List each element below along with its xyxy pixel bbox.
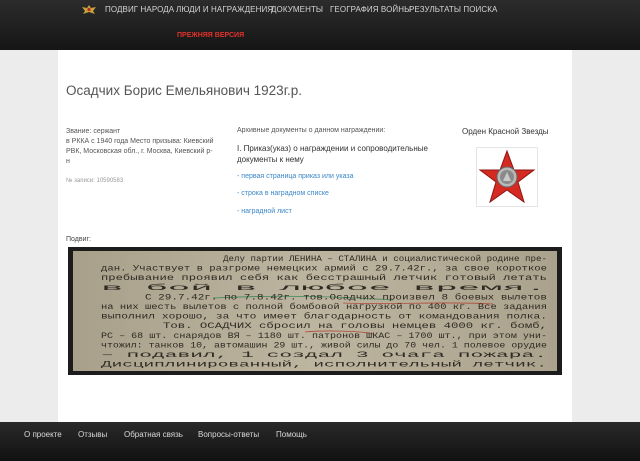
footer-link-feedback[interactable]: Обратная связь <box>124 430 183 439</box>
red-star-order-icon <box>478 149 536 204</box>
service-line: в РККА с 1940 года Место призыва: Киевск… <box>66 138 214 165</box>
nav-item-people-and-awards[interactable]: ЛЮДИ И НАГРАЖДЕНИЯ <box>176 5 273 14</box>
scan-text-line: дан. Участвует в разгроме немецких армий… <box>101 265 547 274</box>
content-card: Осадчих Борис Емельянович 1923г.р. Звани… <box>58 50 572 422</box>
footer-link-about[interactable]: О проекте <box>24 430 62 439</box>
footer-link-help[interactable]: Помощь <box>276 430 307 439</box>
scanned-document-image: Делу партии ЛЕНИНА – СТАЛИНА и социалист… <box>73 251 557 371</box>
eagle-emblem-icon[interactable] <box>81 4 97 16</box>
link-award-list-row[interactable]: - строка в наградном списке <box>237 190 329 197</box>
scan-text-line: в бой в любое время. <box>101 284 547 293</box>
scan-text-line: на них шесть вылетов с полной бомбовой н… <box>101 303 547 312</box>
scan-text-line: Делу партии ЛЕНИНА – СТАЛИНА и социалист… <box>223 255 547 264</box>
scan-text-line: Дисциплинированный, исполнительный летчи… <box>101 361 547 370</box>
footer-link-reviews[interactable]: Отзывы <box>78 430 107 439</box>
scan-text-line: пребывание проявил себя как бесстрашный … <box>101 274 547 283</box>
nav-item-feat-of-people[interactable]: ПОДВИГ НАРОДА <box>105 5 174 14</box>
award-name: Орден Красной Звезды <box>462 127 549 136</box>
footer-link-faq[interactable]: Вопросы-ответы <box>198 430 259 439</box>
award-image[interactable] <box>476 147 538 207</box>
award-document-scan[interactable]: Делу партии ЛЕНИНА – СТАЛИНА и социалист… <box>68 247 562 375</box>
scan-text-line: выполнил хорошо, за что имеет благодарно… <box>101 313 547 322</box>
rank-line: Звание: сержант <box>66 128 121 135</box>
page-title: Осадчих Борис Емельянович 1923г.р. <box>66 83 302 98</box>
scan-text-line: С 29.7.42г. по 7.8.42г. тов.Осадчих прои… <box>145 293 547 302</box>
nav-item-documents[interactable]: ДОКУМЕНТЫ <box>271 5 323 14</box>
nav-item-search-results[interactable]: РЕЗУЛЬТАТЫ ПОИСКА <box>409 5 497 14</box>
nav-item-war-geography[interactable]: ГЕОГРАФИЯ ВОЙНЫ <box>330 5 411 14</box>
link-award-sheet[interactable]: - наградной лист <box>237 208 292 215</box>
scan-text-line: чтожил: танков 10, автомашин 29 шт., жив… <box>101 341 547 350</box>
old-version-link[interactable]: ПРЕЖНЯЯ ВЕРСИЯ <box>177 32 244 39</box>
scan-text-line: РС – 68 шт. снарядов ВЯ – 1180 шт. патро… <box>101 332 547 341</box>
record-number: № записи: 10590583 <box>66 178 124 184</box>
archive-docs-title: Архивные документы о данном награждении: <box>237 127 386 134</box>
person-info: Звание: сержант в РККА с 1940 года Место… <box>66 127 216 167</box>
footer: О проекте Отзывы Обратная связь Вопросы-… <box>0 422 640 461</box>
link-first-page-order[interactable]: - первая страница приказ или указа <box>237 173 354 180</box>
scan-text-line: Тов. ОСАДЧИХ сбросил на головы немцев 40… <box>163 322 547 331</box>
feat-label: Подвиг: <box>66 236 91 243</box>
order-docs-heading: I. Приказ(указ) о награждении и сопровод… <box>237 144 428 164</box>
top-navigation-bar: ПОДВИГ НАРОДА ЛЮДИ И НАГРАЖДЕНИЯ ДОКУМЕН… <box>0 0 640 50</box>
scan-text-line: – подавил, 1 создал 3 очага пожара. <box>101 351 547 360</box>
